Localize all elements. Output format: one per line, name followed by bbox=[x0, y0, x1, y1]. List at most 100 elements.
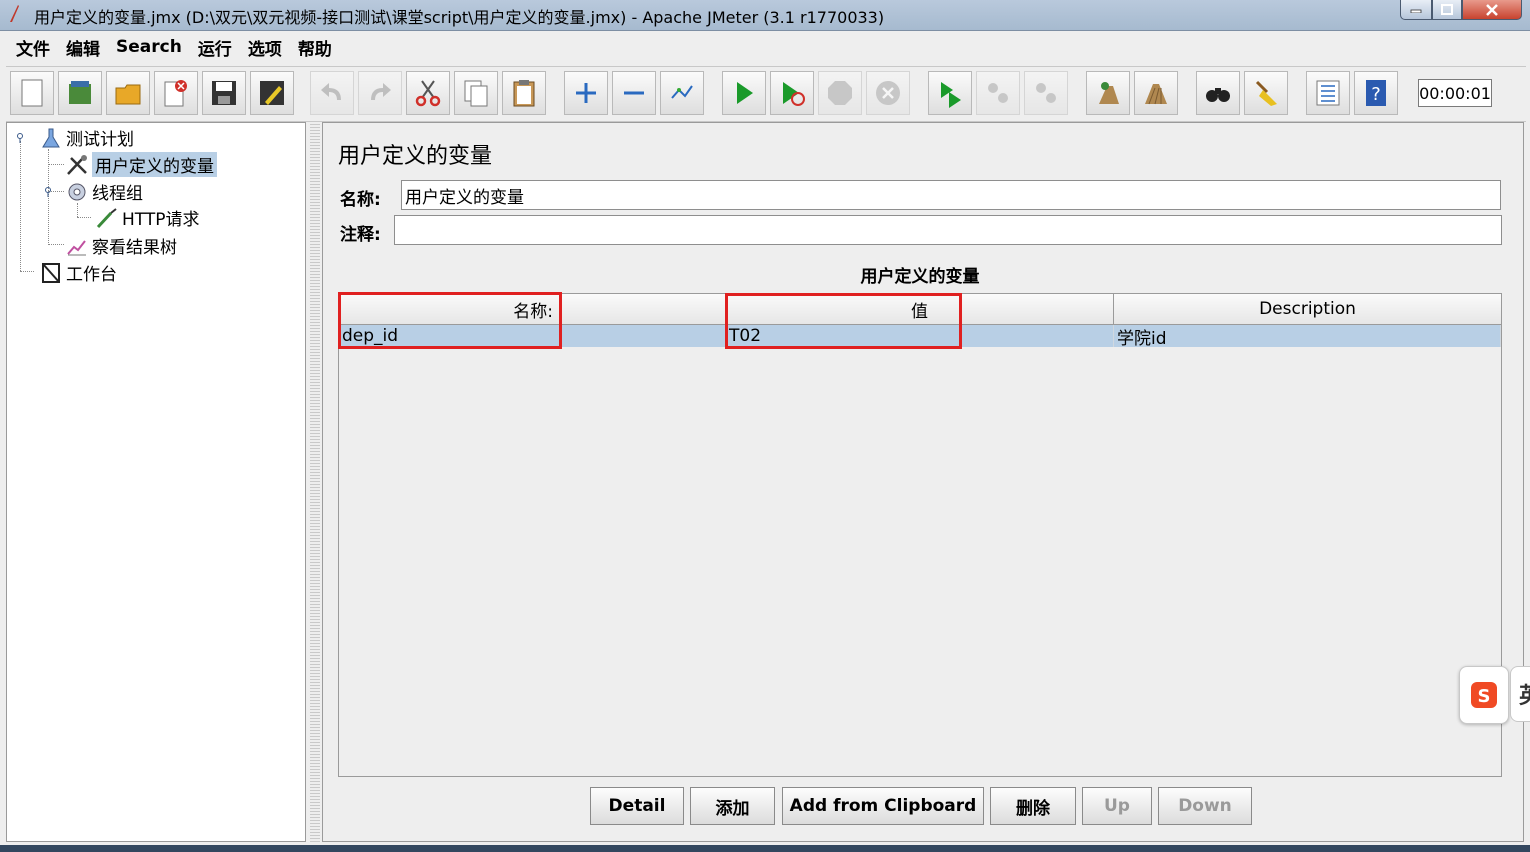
cut-icon bbox=[415, 80, 441, 107]
listener-icon bbox=[65, 235, 89, 257]
split-divider[interactable] bbox=[310, 122, 320, 842]
shutdown-button[interactable] bbox=[866, 71, 910, 115]
clear-all-button[interactable] bbox=[1134, 71, 1178, 115]
add-from-clipboard-button[interactable]: Add from Clipboard bbox=[782, 787, 984, 825]
annotation-box-name bbox=[338, 292, 562, 349]
tree-item-label: 测试计划 bbox=[66, 130, 134, 150]
paste-icon bbox=[513, 80, 535, 107]
ime-toolbar-button[interactable]: S bbox=[1459, 666, 1509, 724]
tree-item-http-request[interactable]: HTTP请求 bbox=[95, 205, 200, 230]
collapse-handle-icon[interactable] bbox=[15, 133, 25, 143]
ime-language-toggle[interactable]: 英 bbox=[1510, 666, 1530, 722]
down-button[interactable]: Down bbox=[1158, 787, 1252, 825]
comment-field[interactable] bbox=[394, 215, 1502, 245]
search-button[interactable] bbox=[1196, 71, 1240, 115]
help-button[interactable]: ? bbox=[1354, 71, 1398, 115]
toggle-button[interactable] bbox=[660, 71, 704, 115]
new-icon bbox=[21, 79, 43, 107]
remote-shutdown-icon bbox=[1036, 83, 1056, 103]
name-label: 名称: bbox=[340, 190, 381, 210]
remote-shutdown-button[interactable] bbox=[1024, 71, 1068, 115]
paste-button[interactable] bbox=[502, 71, 546, 115]
ime-language-label: 英 bbox=[1519, 678, 1530, 710]
collapse-all-button[interactable] bbox=[612, 71, 656, 115]
new-button[interactable] bbox=[10, 71, 54, 115]
save-as-button[interactable] bbox=[250, 71, 294, 115]
tree-item-label: 察看结果树 bbox=[92, 238, 177, 258]
close-file-icon bbox=[164, 80, 187, 107]
cut-button[interactable] bbox=[406, 71, 450, 115]
column-header-description[interactable]: Description bbox=[1114, 294, 1502, 325]
start-button[interactable] bbox=[722, 71, 766, 115]
window-title-bar: 用户定义的变量.jmx (D:\双元\双元视频-接口测试\课堂script\用户… bbox=[0, 0, 1530, 31]
cell-description[interactable]: 学院id bbox=[1114, 325, 1501, 349]
close-window-button[interactable] bbox=[1462, 0, 1522, 20]
function-helper-button[interactable] bbox=[1306, 71, 1350, 115]
collapse-handle-icon[interactable] bbox=[43, 187, 53, 197]
search-icon bbox=[1206, 88, 1230, 102]
expand-all-button[interactable] bbox=[564, 71, 608, 115]
tree-item-user-defined-variables[interactable]: 用户定义的变量 bbox=[65, 152, 217, 177]
reset-search-button[interactable] bbox=[1244, 71, 1288, 115]
shutdown-icon bbox=[876, 81, 900, 105]
menu-help[interactable]: 帮助 bbox=[296, 33, 334, 62]
help-icon: ? bbox=[1366, 80, 1386, 106]
redo-button[interactable] bbox=[358, 71, 402, 115]
close-file-button[interactable] bbox=[154, 71, 198, 115]
menu-run[interactable]: 运行 bbox=[196, 33, 234, 62]
remote-start-button[interactable] bbox=[928, 71, 972, 115]
minimize-button[interactable] bbox=[1400, 0, 1432, 20]
config-element-icon bbox=[65, 154, 89, 176]
menu-options[interactable]: 选项 bbox=[246, 33, 284, 62]
save-icon bbox=[212, 81, 236, 105]
sampler-icon bbox=[95, 207, 119, 229]
reset-search-icon bbox=[1255, 80, 1277, 106]
start-no-pause-button[interactable] bbox=[770, 71, 814, 115]
up-button[interactable]: Up bbox=[1082, 787, 1152, 825]
jmeter-feather-icon bbox=[10, 5, 19, 22]
minimize-icon bbox=[1410, 9, 1422, 13]
menu-file[interactable]: 文件 bbox=[14, 33, 52, 62]
remote-stop-button[interactable] bbox=[976, 71, 1020, 115]
svg-text:?: ? bbox=[1371, 84, 1381, 105]
tree-item-test-plan[interactable]: 测试计划 bbox=[39, 125, 134, 150]
copy-button[interactable] bbox=[454, 71, 498, 115]
elapsed-timer: 00:00:01 bbox=[1418, 79, 1492, 107]
tree-item-workbench[interactable]: 工作台 bbox=[39, 260, 117, 285]
detail-button[interactable]: Detail bbox=[590, 787, 684, 825]
maximize-button[interactable] bbox=[1432, 0, 1462, 20]
remote-start-icon bbox=[941, 82, 961, 108]
menu-edit[interactable]: 编辑 bbox=[64, 33, 102, 62]
tree-item-label: HTTP请求 bbox=[122, 210, 200, 230]
open-button[interactable] bbox=[106, 71, 150, 115]
tree-item-label: 工作台 bbox=[66, 265, 117, 285]
open-icon bbox=[115, 84, 141, 105]
name-field[interactable]: 用户定义的变量 bbox=[401, 180, 1501, 210]
expand-icon bbox=[576, 83, 596, 103]
comment-label: 注释: bbox=[340, 225, 381, 245]
panel-title: 用户定义的变量 bbox=[338, 144, 493, 169]
templates-button[interactable] bbox=[58, 71, 102, 115]
workbench-icon bbox=[39, 262, 63, 284]
function-helper-icon bbox=[1316, 80, 1340, 106]
tree-item-view-results-tree[interactable]: 察看结果树 bbox=[65, 233, 177, 258]
tree-item-label: 用户定义的变量 bbox=[92, 152, 217, 177]
add-button[interactable]: 添加 bbox=[690, 787, 775, 825]
taskbar-edge bbox=[0, 845, 1530, 852]
save-button[interactable] bbox=[202, 71, 246, 115]
stop-button[interactable] bbox=[818, 71, 862, 115]
undo-icon bbox=[321, 83, 341, 100]
start-icon bbox=[737, 82, 753, 104]
variables-table-title: 用户定义的变量 bbox=[860, 267, 980, 287]
stop-icon bbox=[828, 81, 852, 105]
delete-button[interactable]: 删除 bbox=[990, 787, 1076, 825]
clear-button[interactable] bbox=[1086, 71, 1130, 115]
toolbar: ? 00:00:01 bbox=[6, 66, 1526, 122]
templates-icon bbox=[69, 81, 91, 104]
tree-item-thread-group[interactable]: 线程组 bbox=[65, 179, 143, 204]
toggle-icon bbox=[671, 85, 693, 99]
menu-search[interactable]: Search bbox=[114, 35, 184, 59]
annotation-box-value bbox=[725, 293, 962, 349]
tree-item-label: 线程组 bbox=[92, 184, 143, 204]
undo-button[interactable] bbox=[310, 71, 354, 115]
